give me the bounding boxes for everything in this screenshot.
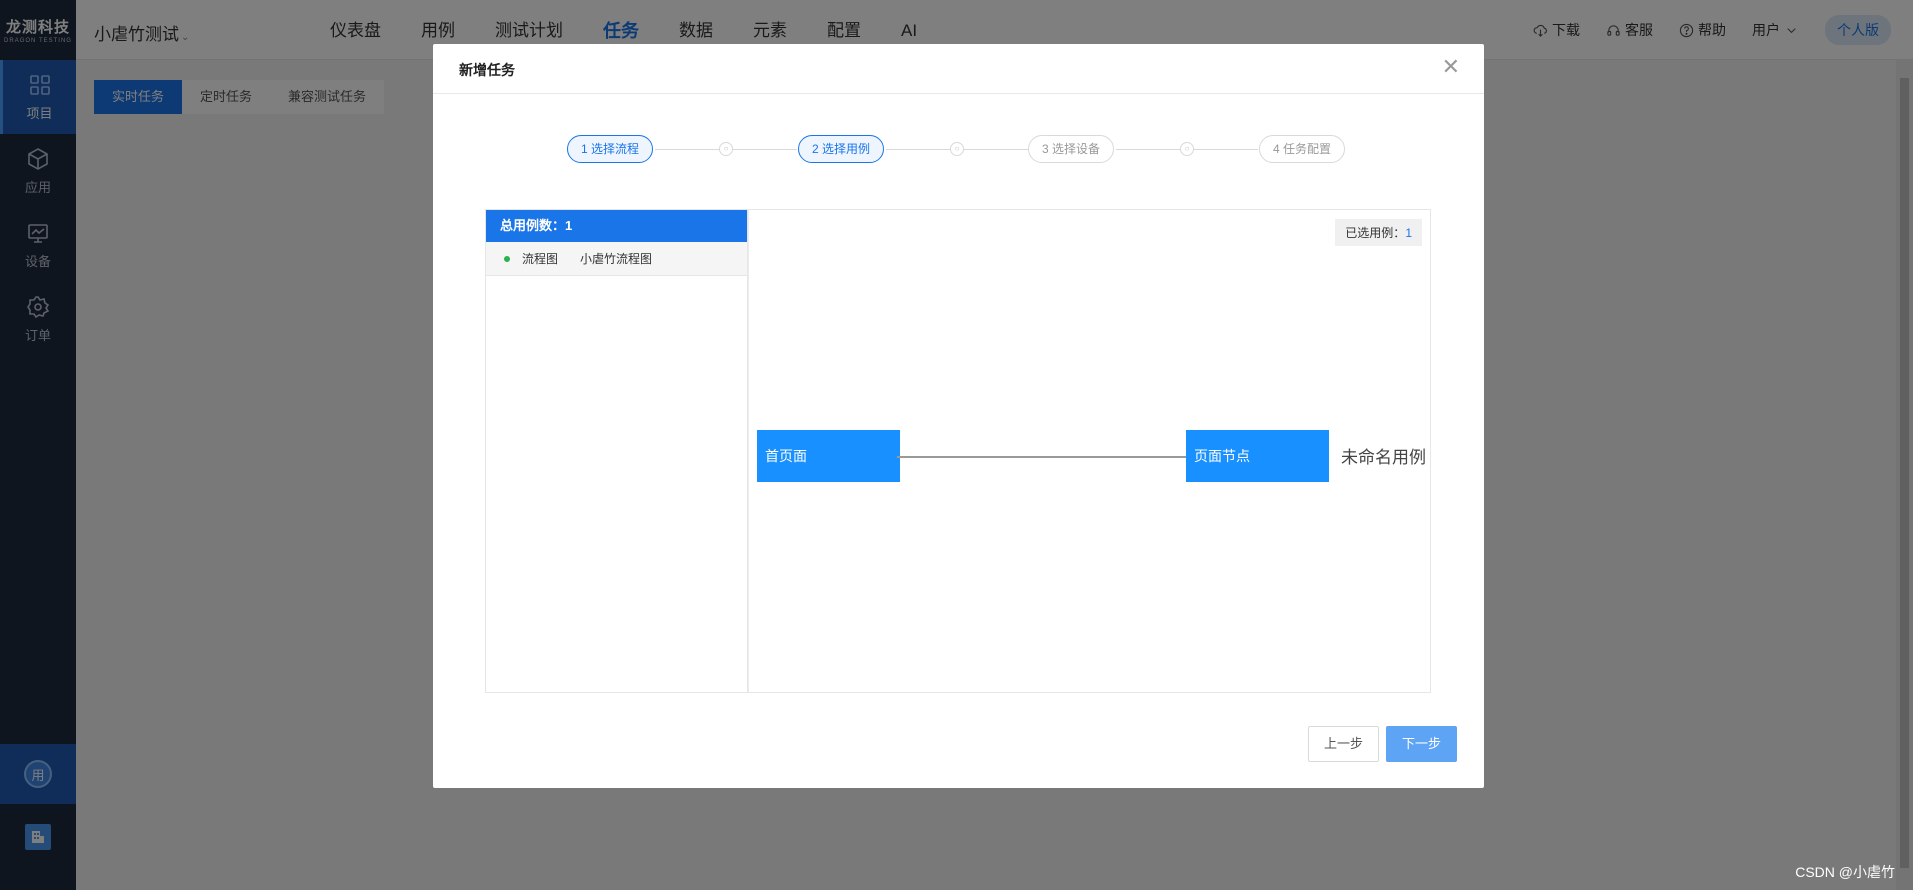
stepper: 1 选择流程 ○ 2 选择用例 ○ 3 选择设备 ○ 4 任务配置 — [567, 135, 1367, 163]
case-type: 流程图 — [522, 252, 559, 266]
dialog-title: 新增任务 — [459, 62, 515, 78]
new-task-dialog: 新增任务 ✕ 1 选择流程 ○ 2 选择用例 ○ 3 选择设备 ○ 4 任务配置… — [433, 44, 1484, 788]
flow-canvas: 已选用例：1 首页面 页面节点 未命名用例 — [748, 209, 1431, 693]
step-dot: ○ — [950, 142, 964, 156]
watermark: CSDN @小虐竹 — [1795, 864, 1895, 880]
selected-cases-badge: 已选用例：1 — [1335, 219, 1422, 246]
case-list-panel: 总用例数：1 流程图 小虐竹流程图 — [485, 209, 748, 693]
next-step-button[interactable]: 下一步 — [1386, 726, 1457, 762]
flow-case-label: 未命名用例 — [1341, 448, 1426, 467]
prev-step-button[interactable]: 上一步 — [1308, 726, 1379, 762]
case-list-header: 总用例数：1 — [486, 210, 747, 242]
step-select-cases[interactable]: 2 选择用例 — [798, 135, 885, 163]
flow-edge — [897, 456, 1186, 458]
status-dot — [504, 255, 510, 262]
step-task-config[interactable]: 4 任务配置 — [1259, 135, 1346, 163]
total-cases-count: 1 — [565, 218, 573, 233]
step-dot: ○ — [1180, 142, 1194, 156]
selected-cases-count: 1 — [1405, 226, 1412, 240]
selected-cases-label: 已选用例： — [1345, 226, 1406, 240]
close-icon[interactable]: ✕ — [1442, 56, 1460, 78]
step-select-flow[interactable]: 1 选择流程 — [567, 135, 654, 163]
flow-node-home[interactable]: 首页面 — [757, 430, 900, 482]
step-select-devices[interactable]: 3 选择设备 — [1028, 135, 1115, 163]
dialog-header: 新增任务 ✕ — [433, 44, 1484, 94]
total-cases-label: 总用例数： — [500, 218, 566, 233]
step-dot: ○ — [719, 142, 733, 156]
flow-node-page[interactable]: 页面节点 — [1186, 430, 1329, 482]
case-name: 小虐竹流程图 — [580, 252, 653, 266]
list-item[interactable]: 流程图 小虐竹流程图 — [486, 242, 747, 276]
